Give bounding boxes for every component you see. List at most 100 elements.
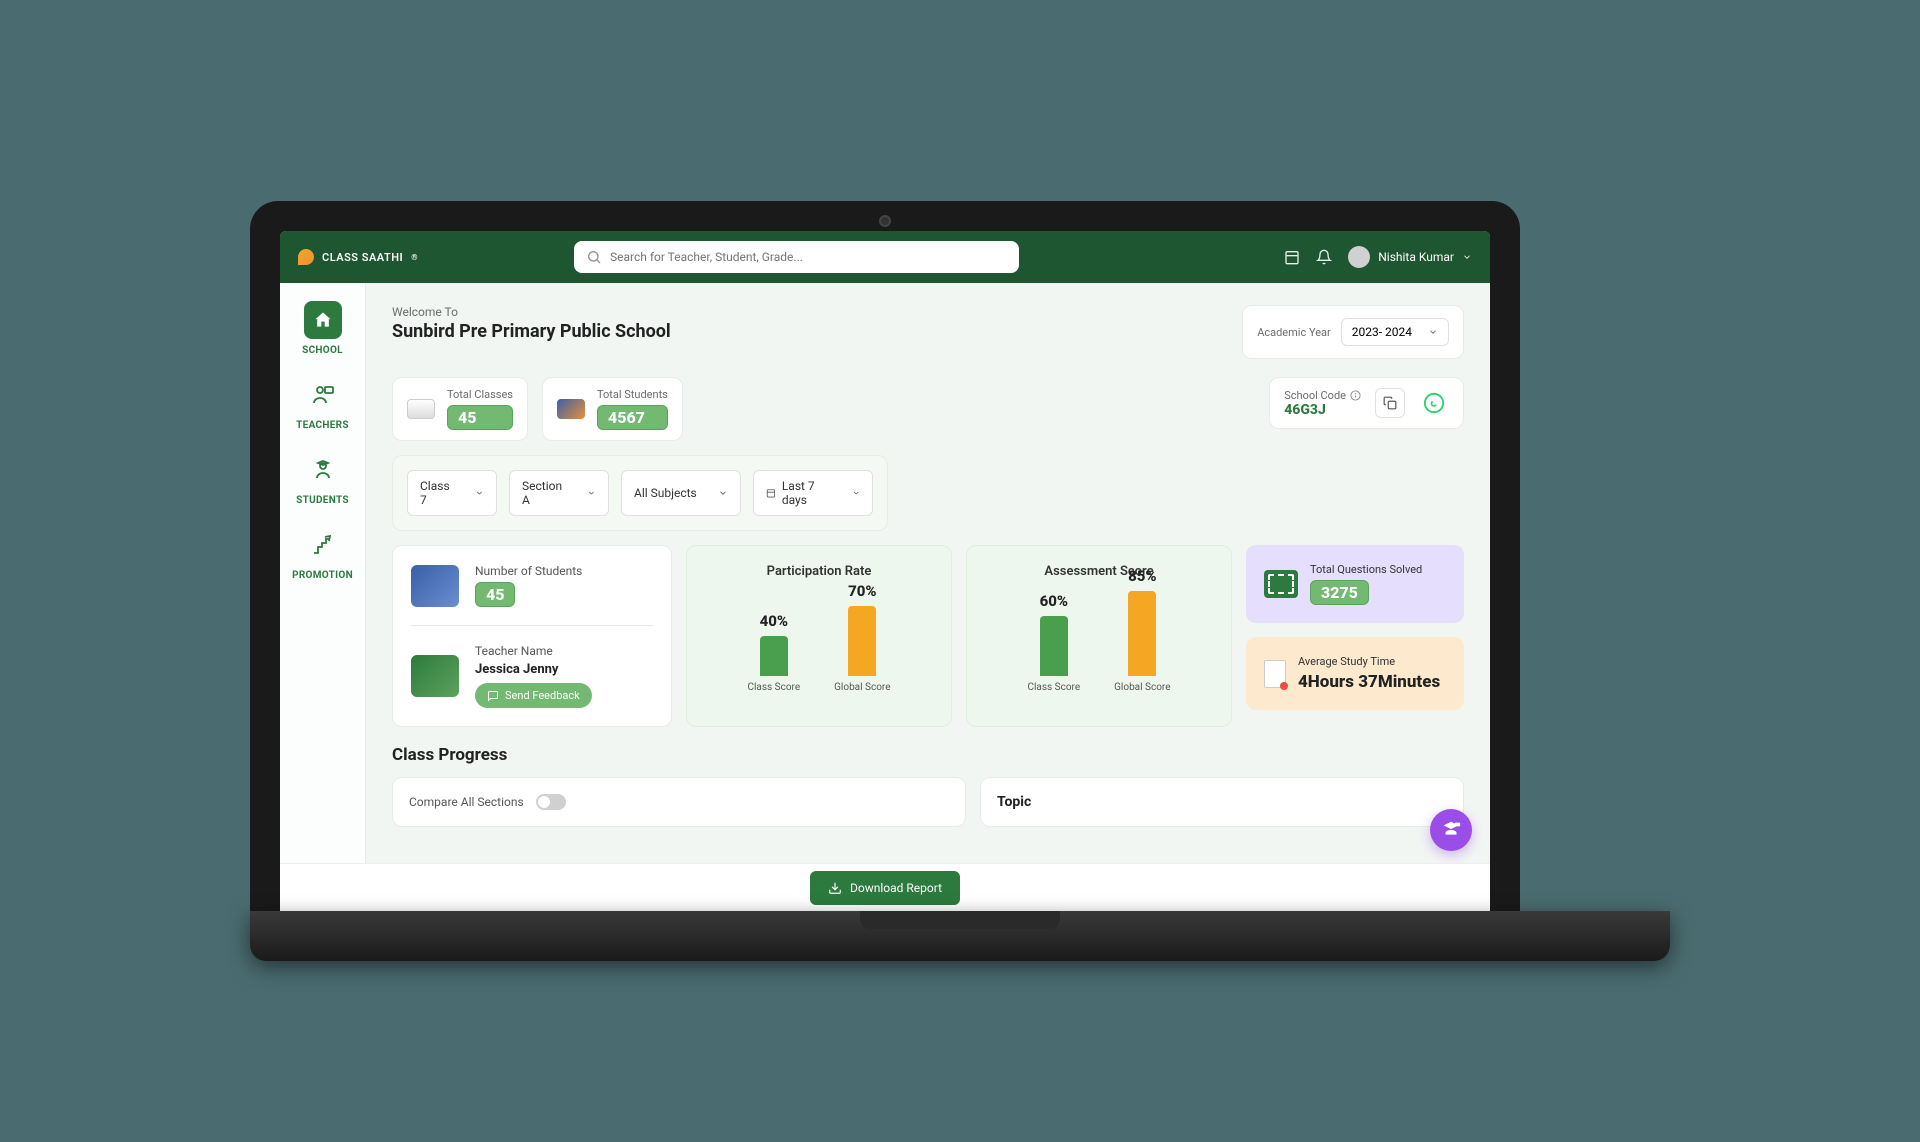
calendar-icon (766, 487, 776, 499)
home-icon (313, 310, 333, 330)
sidebar-item-label: SCHOOL (302, 345, 343, 356)
sidebar-item-label: PROMOTION (292, 570, 353, 581)
bar-global-rect (848, 606, 876, 676)
filters-card: Class 7 Section A All Subjects Last 7 da… (392, 455, 888, 531)
total-students-label: Total Students (597, 388, 668, 401)
chat-icon (487, 690, 499, 702)
chevron-down-icon (1462, 252, 1472, 262)
academic-year-card: Academic Year 2023- 2024 (1242, 305, 1464, 359)
bell-icon[interactable] (1316, 249, 1332, 265)
books-icon (411, 565, 459, 607)
user-name: Nishita Kumar (1378, 250, 1454, 264)
send-feedback-button[interactable]: Send Feedback (475, 683, 592, 708)
study-time-label: Average Study Time (1298, 655, 1440, 668)
right-col: Total Questions Solved 3275 Average Stud… (1246, 545, 1464, 727)
promotion-icon (311, 533, 335, 557)
help-fab[interactable] (1430, 809, 1472, 851)
user-menu[interactable]: Nishita Kumar (1348, 246, 1472, 268)
clipboard-clock-icon (1264, 660, 1286, 688)
grad-cap-icon (557, 399, 585, 419)
laptop-frame: CLASS SAATHI® Nishita Kumar (250, 201, 1520, 911)
download-bar: Download Report (280, 863, 1490, 911)
metrics-row: Number of Students 45 Teacher Name Jessi… (392, 545, 1464, 727)
student-chat-icon (1440, 819, 1462, 841)
welcome-text: Welcome To (392, 305, 671, 319)
sidebar: SCHOOL TEACHERS STUDENTS PROMOTION (280, 283, 366, 911)
sidebar-item-label: TEACHERS (296, 420, 349, 431)
questions-value: 3275 (1310, 580, 1369, 605)
download-report-button[interactable]: Download Report (810, 871, 960, 905)
compare-card: Compare All Sections (392, 777, 966, 827)
topic-label: Topic (997, 794, 1447, 810)
class-progress-title: Class Progress (392, 745, 1464, 765)
search-box[interactable] (574, 241, 1019, 273)
sidebar-item-students[interactable]: STUDENTS (280, 451, 365, 506)
study-time-card: Average Study Time 4Hours 37Minutes (1246, 637, 1464, 710)
sidebar-item-label: STUDENTS (296, 495, 349, 506)
range-select[interactable]: Last 7 days (753, 470, 873, 516)
download-icon (828, 881, 842, 895)
chevron-down-icon (718, 488, 728, 498)
sidebar-item-school[interactable]: SCHOOL (280, 301, 365, 356)
study-time-value: 4Hours 37Minutes (1298, 672, 1440, 692)
sidebar-item-teachers[interactable]: TEACHERS (280, 376, 365, 431)
questions-label: Total Questions Solved (1310, 563, 1422, 576)
bar-class: 60% Class Score (1027, 592, 1080, 693)
app-screen: CLASS SAATHI® Nishita Kumar (280, 231, 1490, 911)
laptop-camera (879, 215, 891, 227)
search-icon (586, 249, 602, 265)
section-select[interactable]: Section A (509, 470, 609, 516)
num-students-value: 45 (475, 582, 515, 607)
copy-icon (1383, 396, 1397, 410)
chevron-down-icon (1428, 327, 1438, 337)
teacher-name: Jessica Jenny (475, 662, 592, 677)
participation-card: Participation Rate 40% Class Score 70% G… (686, 545, 952, 727)
divider (411, 625, 653, 626)
chevron-down-icon (852, 488, 860, 498)
sidebar-item-promotion[interactable]: PROMOTION (280, 526, 365, 581)
total-classes-card: Total Classes 45 (392, 377, 528, 441)
assessment-card: Assessment Score 60% Class Score 85% Glo… (966, 545, 1232, 727)
school-name: Sunbird Pre Primary Public School (392, 321, 671, 342)
academic-year-select[interactable]: 2023- 2024 (1341, 318, 1449, 346)
info-icon[interactable] (1350, 390, 1361, 401)
search-input[interactable] (610, 250, 1007, 264)
board-icon (1264, 570, 1298, 598)
students-icon (311, 458, 335, 482)
compare-label: Compare All Sections (409, 795, 524, 809)
school-code-label: School Code (1284, 389, 1346, 402)
bar-class: 40% Class Score (747, 612, 800, 693)
teachers-icon (311, 383, 335, 407)
progress-row: Compare All Sections Topic (392, 777, 1464, 827)
laptop-base (250, 911, 1670, 961)
calendar-icon[interactable] (1284, 249, 1300, 265)
subject-select[interactable]: All Subjects (621, 470, 741, 516)
projector-icon (407, 399, 435, 419)
questions-solved-card: Total Questions Solved 3275 (1246, 545, 1464, 623)
bar-global-rect (1128, 591, 1156, 676)
participation-title: Participation Rate (767, 564, 872, 579)
num-students-label: Number of Students (475, 564, 582, 578)
academic-year-label: Academic Year (1257, 326, 1331, 339)
chevron-down-icon (587, 488, 596, 498)
topbar-right: Nishita Kumar (1284, 246, 1472, 268)
laptop-notch (860, 911, 1060, 929)
school-code-value: 46G3J (1284, 402, 1361, 418)
copy-button[interactable] (1375, 388, 1405, 418)
main-content: Welcome To Sunbird Pre Primary Public Sc… (366, 283, 1490, 911)
compare-toggle[interactable] (536, 794, 566, 810)
academic-year-value: 2023- 2024 (1352, 325, 1412, 339)
logo-icon (298, 249, 314, 265)
chevron-down-icon (475, 488, 484, 498)
bar-class-rect (760, 636, 788, 676)
brand-logo[interactable]: CLASS SAATHI® (298, 249, 418, 265)
bar-global: 85% Global Score (1114, 567, 1170, 693)
class-select[interactable]: Class 7 (407, 470, 497, 516)
total-classes-label: Total Classes (447, 388, 513, 401)
brand-text: CLASS SAATHI (322, 251, 403, 264)
total-students-value: 4567 (597, 405, 668, 430)
total-students-card: Total Students 4567 (542, 377, 683, 441)
teacher-label: Teacher Name (475, 644, 592, 658)
school-code-card: School Code 46G3J (1269, 377, 1464, 429)
whatsapp-button[interactable] (1419, 388, 1449, 418)
